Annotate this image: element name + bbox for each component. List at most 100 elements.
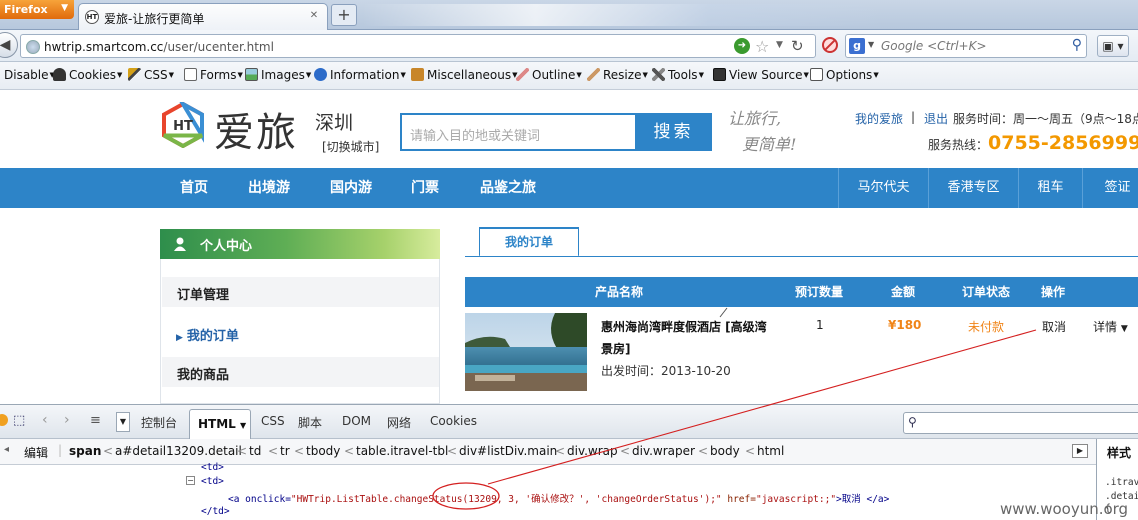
firebug-search-input[interactable]: ⚲ [903,412,1138,434]
breadcrumb-node[interactable]: body [710,444,740,458]
bookmarks-menu-button[interactable]: ▣ ▾ [1097,35,1129,57]
nav-item-hongkong[interactable]: 香港专区 [928,168,1018,208]
firefox-menu-button[interactable]: Firefox ▼ [0,0,74,19]
sidebar-item-my-goods[interactable]: 我的商品 [162,357,439,387]
webdev-information[interactable]: Information▼ [314,68,406,82]
my-account-link[interactable]: 我的爱旅 [855,110,903,127]
nav-item-domestic[interactable]: 国内游 [330,168,372,208]
breadcrumb-scroll-right-icon[interactable]: ▶ [1072,444,1088,458]
webdev-miscellaneous[interactable]: Miscellaneous▼ [411,68,518,82]
reload-icon[interactable]: ↻ [791,37,804,55]
breadcrumb-node[interactable]: html [757,444,784,458]
breadcrumb-node[interactable]: span [69,444,101,458]
search-engine-box[interactable]: g ▼ Google <Ctrl+K> ⚲ [845,34,1087,58]
breadcrumb-node[interactable]: td [249,444,261,458]
tab-dom[interactable]: DOM [342,414,371,428]
browser-tab-active[interactable]: HT 爱旅-让旅行更简单 ✕ [78,3,328,30]
bookmark-star-icon[interactable]: ☆ [755,37,769,56]
tab-css[interactable]: CSS [261,414,285,428]
site-logo-text[interactable]: 爱旅 [214,100,298,158]
google-icon[interactable]: g [849,38,865,54]
nav-item-home[interactable]: 首页 [180,168,208,208]
destination-search-input[interactable]: 请输入目的地或关键词 [400,113,636,151]
chevron-down-icon: ▼ [698,71,704,79]
webdev-view-source[interactable]: View Source▼ [713,68,809,82]
product-thumbnail[interactable] [465,313,587,391]
tab-cookies[interactable]: Cookies [430,414,477,428]
html-tree-anchor-line[interactable]: <a onclick="HWTrip.ListTable.changeStatu… [228,491,889,505]
site-logo-icon[interactable]: HT [160,102,206,148]
nav-item-car-rental[interactable]: 租车 [1018,168,1082,208]
webdev-images[interactable]: Images▼ [245,68,311,82]
column-amount: 金额 [891,285,916,299]
panel-dropdown-icon[interactable]: ▼ [116,412,130,432]
webdev-disable[interactable]: Disable▼ [4,68,55,82]
tab-my-orders[interactable]: 我的订单 [479,227,579,257]
breadcrumb-node[interactable]: tbody [306,444,340,458]
back-arrow-icon[interactable]: ‹ [42,412,48,428]
back-button[interactable]: ◀ [0,32,18,58]
hotline-label: 服务热线： [928,138,989,152]
search-icon[interactable]: ⚲ [1072,37,1082,53]
nav-item-visa[interactable]: 签证 [1082,168,1138,208]
product-name-link[interactable]: 惠州海尚湾畔度假酒店 [高级湾 [601,318,767,335]
sidebar-menu: 订单管理 ▶ 我的订单 我的商品 [160,259,440,404]
webdev-tools[interactable]: Tools▼ [652,68,704,82]
address-bar[interactable]: hwtrip.smartcom.cc/user/ucenter.html ➜ ☆… [20,34,816,58]
nav-item-maldives[interactable]: 马尔代夫 [838,168,928,208]
history-dropdown-icon[interactable]: ▼ [776,40,783,50]
close-tab-icon[interactable]: ✕ [307,9,321,23]
adblock-icon[interactable] [822,37,838,53]
collapse-node-icon[interactable]: − [186,476,195,485]
edit-button[interactable]: 编辑 [24,444,48,461]
webdev-cookies[interactable]: Cookies▼ [53,68,122,82]
tab-console[interactable]: 控制台 [141,414,177,431]
breadcrumb-node[interactable]: a#detail13209.detail [115,444,242,458]
chevron-down-icon: ▼ [61,3,68,13]
webdev-css[interactable]: CSS▼ [128,68,174,82]
site-identity-icon[interactable] [26,40,40,54]
breadcrumb-node[interactable]: div.wrap [567,444,618,458]
styles-tab[interactable]: 样式 [1107,444,1131,461]
nav-item-tasting-tour[interactable]: 品鉴之旅 [480,168,536,208]
search-button[interactable]: 搜索 [635,113,712,151]
breadcrumb-node[interactable]: tr [280,444,290,458]
html-tree-line[interactable]: <td> [201,462,224,473]
new-tab-button[interactable]: + [331,4,357,26]
tab-html[interactable]: HTML ▼ [189,409,251,439]
search-engine-placeholder[interactable]: Google <Ctrl+K> [881,39,987,53]
sidebar-item-my-orders[interactable]: ▶ 我的订单 [176,325,239,344]
url-text[interactable]: hwtrip.smartcom.cc/user/ucenter.html [44,40,274,54]
header-separator: | [911,110,916,124]
breadcrumb-scroll-icon[interactable]: ◂ [4,444,9,455]
list-icon[interactable]: ≡ [90,413,101,428]
go-arrow-icon[interactable]: ➜ [734,38,750,54]
webdev-forms[interactable]: Forms▼ [184,68,243,82]
firebug-bug-icon[interactable] [0,414,8,426]
forward-arrow-icon[interactable]: › [64,412,70,428]
cookies-icon [53,68,66,81]
code-tag-close: >取消 </a> [836,494,890,505]
inspect-element-icon[interactable]: ⬚ [13,413,25,428]
logout-link[interactable]: 退出 [924,110,948,127]
product-name-link-cont[interactable]: 景房] [601,340,631,357]
tab-script[interactable]: 脚本 [298,414,322,431]
nav-item-outbound[interactable]: 出境游 [248,168,290,208]
chevron-down-icon: ▼ [168,71,175,79]
html-tree-line[interactable]: <td> [201,476,224,487]
breadcrumb-node[interactable]: div#listDiv.main [459,444,557,458]
breadcrumb-node[interactable]: table.itravel-tbl [356,444,448,458]
breadcrumb-sep: < [103,444,114,458]
order-detail-dropdown[interactable]: 详情 ▼ [1093,318,1128,335]
switch-city-link[interactable]: [切换城市] [322,138,379,155]
nav-item-tickets[interactable]: 门票 [411,168,439,208]
webdev-resize[interactable]: Resize▼ [587,68,648,82]
breadcrumb-node[interactable]: div.wraper [632,444,695,458]
html-tree-line[interactable]: </td> [201,506,230,517]
engine-dropdown-icon[interactable]: ▼ [868,40,874,49]
webdev-options[interactable]: Options▼ [810,68,879,82]
cancel-order-link[interactable]: 取消 [1042,318,1066,335]
breadcrumb-sep: < [698,444,709,458]
tab-net[interactable]: 网络 [387,414,411,431]
webdev-outline[interactable]: Outline▼ [516,68,582,82]
